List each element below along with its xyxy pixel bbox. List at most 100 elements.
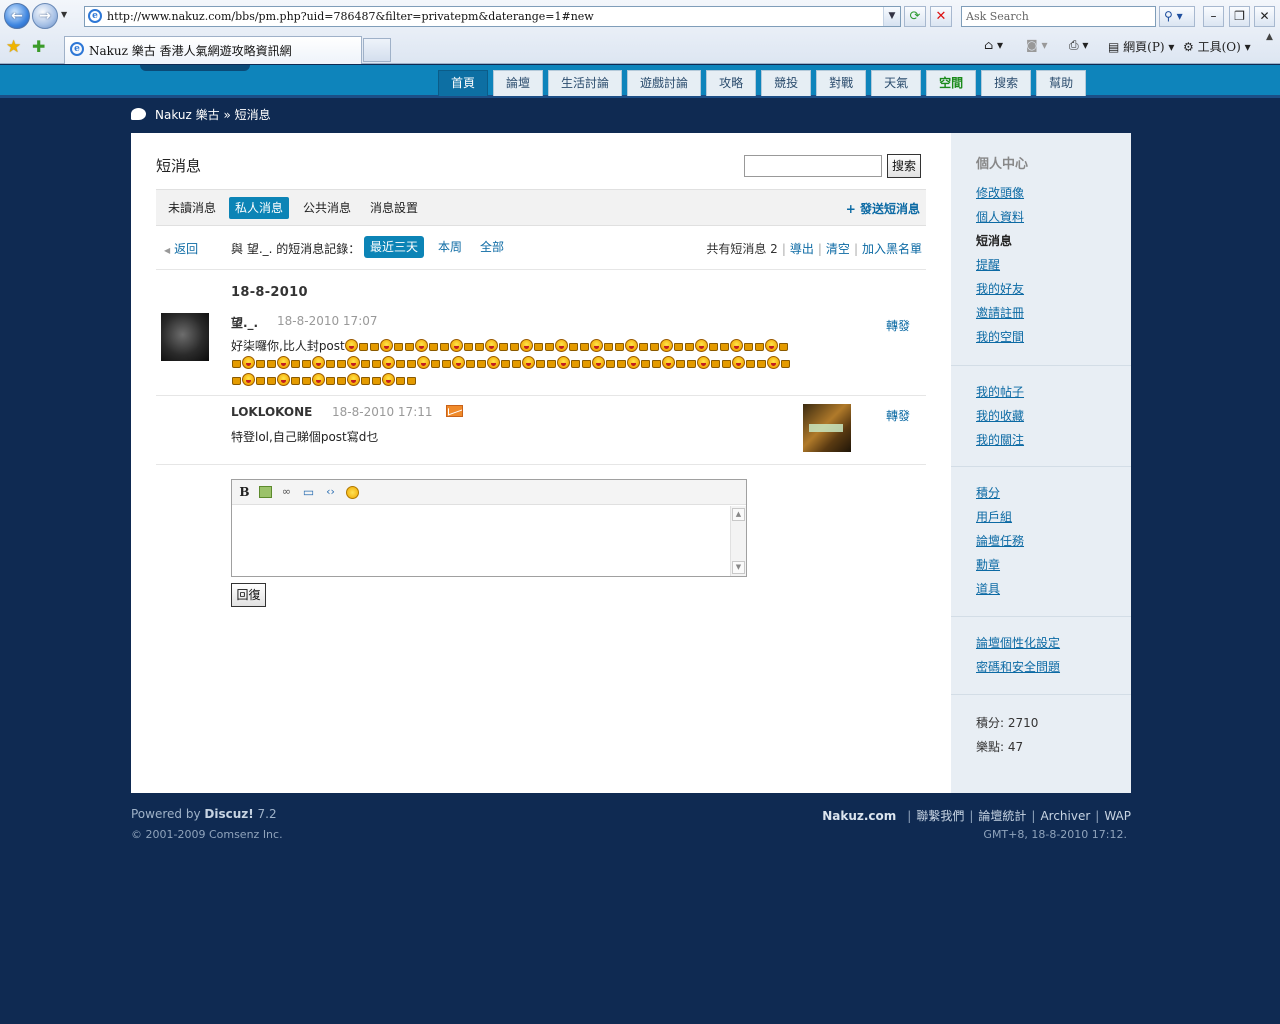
nav-tab[interactable]: 競投 — [761, 70, 812, 96]
nav-tab[interactable]: 首頁 — [438, 70, 489, 96]
sidebar-item[interactable]: 我的收藏 — [951, 406, 1131, 430]
nav-tab[interactable]: 幫助 — [1036, 70, 1087, 96]
reply-button[interactable]: 回復 — [231, 583, 266, 607]
send-pm-link[interactable]: + 發送短消息 — [846, 200, 920, 217]
avatar[interactable] — [161, 313, 209, 361]
sidebar-item[interactable]: 論壇個性化設定 — [951, 633, 1131, 657]
add-favorite-icon[interactable]: ✚ — [32, 37, 45, 56]
sidebar-item[interactable]: 修改頭像 — [951, 183, 1131, 207]
star-icon[interactable]: ★ — [6, 37, 21, 57]
code-icon[interactable]: ‹› — [323, 485, 338, 499]
sidebar-item[interactable]: 用戶組 — [951, 507, 1131, 531]
browser-search-button[interactable]: ⚲ ▾ — [1159, 6, 1195, 27]
forward-arrow-icon[interactable]: → — [32, 3, 58, 29]
site-logo[interactable] — [140, 65, 250, 71]
footer-link-contact[interactable]: 聯繫我們 — [916, 809, 964, 823]
image-icon[interactable] — [259, 486, 272, 498]
message-author[interactable]: 望._. — [231, 314, 258, 331]
sidebar-item[interactable]: 積分 — [951, 483, 1131, 507]
nav-tab[interactable]: 生活討論 — [548, 70, 623, 96]
reply-textarea[interactable] — [232, 506, 729, 576]
close-icon[interactable]: ✕ — [1254, 6, 1275, 27]
sidebar-item[interactable]: 邀請註冊 — [951, 303, 1131, 327]
back-arrow-icon[interactable]: ← — [4, 3, 30, 29]
tab-settings[interactable]: 消息設置 — [364, 197, 424, 219]
page-menu[interactable]: ▤ 網頁(P) ▾ — [1108, 38, 1174, 55]
sidebar-item[interactable]: 我的帖子 — [951, 382, 1131, 406]
browser-tab[interactable]: e Nakuz 樂古 香港人氣網遊攻略資訊網 — [64, 36, 362, 64]
rss-icon[interactable]: ◙ ▾ — [1026, 38, 1047, 52]
crown-icon — [719, 343, 729, 351]
link-icon[interactable]: ∞ — [279, 485, 294, 499]
tools-menu[interactable]: ⚙ 工具(O) ▾ — [1183, 38, 1251, 55]
nav-tab[interactable]: 對戰 — [816, 70, 867, 96]
nav-tab[interactable]: 遊戲討論 — [627, 70, 702, 96]
sidebar-item[interactable]: 短消息 — [951, 231, 1131, 255]
powered-name[interactable]: Discuz! — [204, 807, 253, 821]
crown-icon — [232, 360, 241, 368]
printer-icon[interactable]: ⎙ ▾ — [1069, 38, 1088, 53]
crown-icon — [256, 360, 265, 368]
message-body: 好柒囉你,比人封post — [231, 338, 791, 389]
bold-icon[interactable]: B — [237, 485, 252, 499]
sidebar-item[interactable]: 論壇任務 — [951, 531, 1131, 555]
sidebar-item[interactable]: 個人資料 — [951, 207, 1131, 231]
footer-link-stats[interactable]: 論壇統計 — [978, 809, 1026, 823]
sidebar-item[interactable]: 勳章 — [951, 555, 1131, 579]
tongue-smiley-icon — [662, 356, 675, 369]
chevron-up-icon[interactable]: ▲ — [1266, 32, 1273, 42]
pm-search-button[interactable]: 搜索 — [887, 154, 921, 178]
nav-tab[interactable]: 搜索 — [981, 70, 1032, 96]
refresh-icon[interactable]: ⟳ — [904, 6, 926, 27]
new-tab-button[interactable] — [363, 38, 391, 62]
minimize-icon[interactable]: – — [1203, 6, 1224, 27]
page-title: 短消息 — [156, 157, 202, 175]
tab-unread[interactable]: 未讀消息 — [162, 197, 222, 219]
chevron-up-icon[interactable]: ▲ — [732, 508, 745, 521]
sidebar-item[interactable]: 提醒 — [951, 255, 1131, 279]
nav-tab[interactable]: 攻略 — [706, 70, 757, 96]
quote-icon[interactable]: ▭ — [301, 485, 316, 499]
avatar[interactable] — [803, 404, 851, 452]
nav-tab[interactable]: 論壇 — [493, 70, 544, 96]
address-text[interactable]: http://www.nakuz.com/bbs/pm.php?uid=7864… — [107, 10, 594, 23]
forward-link[interactable]: 轉發 — [886, 407, 910, 424]
back-link[interactable]: ◀ 返回 — [164, 240, 198, 257]
forward-link[interactable]: 轉發 — [886, 317, 910, 334]
browser-search-input[interactable]: Ask Search — [961, 6, 1156, 27]
range-all[interactable]: 全部 — [474, 236, 510, 258]
message-author[interactable]: LOKLOKONE — [231, 405, 312, 419]
home-icon[interactable]: ⌂ ▾ — [984, 38, 1003, 52]
pm-search-input[interactable] — [744, 155, 882, 177]
footer-site[interactable]: Nakuz.com — [822, 809, 896, 823]
nav-tab[interactable]: 空間 — [926, 70, 977, 96]
crown-icon — [603, 343, 613, 351]
nav-tab[interactable]: 天氣 — [871, 70, 922, 96]
chevron-down-icon[interactable]: ▼ — [732, 561, 745, 574]
editor-scrollbar[interactable]: ▲ ▼ — [730, 506, 746, 576]
footer-link-archiver[interactable]: Archiver — [1040, 809, 1090, 823]
recent-pages-dropdown[interactable]: ▼ — [61, 10, 67, 19]
sidebar-item[interactable]: 道具 — [951, 579, 1131, 603]
clear-link[interactable]: 清空 — [826, 242, 850, 256]
tab-public[interactable]: 公共消息 — [297, 197, 357, 219]
restore-icon[interactable]: ❐ — [1229, 6, 1250, 27]
range-last-3-days[interactable]: 最近三天 — [364, 236, 425, 258]
crown-icon — [407, 377, 416, 385]
address-dropdown[interactable]: ▼ — [883, 7, 900, 26]
export-link[interactable]: 導出 — [790, 242, 814, 256]
range-this-week[interactable]: 本周 — [432, 236, 468, 258]
footer-link-wap[interactable]: WAP — [1104, 809, 1131, 823]
tongue-smiley-icon — [347, 373, 360, 386]
breadcrumb[interactable]: Nakuz 樂古 » 短消息 — [155, 106, 271, 123]
blacklist-link[interactable]: 加入黑名單 — [862, 242, 922, 256]
tab-private[interactable]: 私人消息 — [229, 197, 290, 219]
sidebar-item[interactable]: 我的空間 — [951, 327, 1131, 351]
smiley-icon[interactable] — [346, 486, 359, 499]
crown-icon — [617, 360, 626, 368]
stop-icon[interactable]: ✕ — [930, 6, 952, 27]
sidebar-item[interactable]: 我的好友 — [951, 279, 1131, 303]
address-bar[interactable]: e http://www.nakuz.com/bbs/pm.php?uid=78… — [84, 6, 901, 27]
sidebar-item[interactable]: 我的關注 — [951, 430, 1131, 454]
sidebar-item[interactable]: 密碼和安全問題 — [951, 657, 1131, 681]
